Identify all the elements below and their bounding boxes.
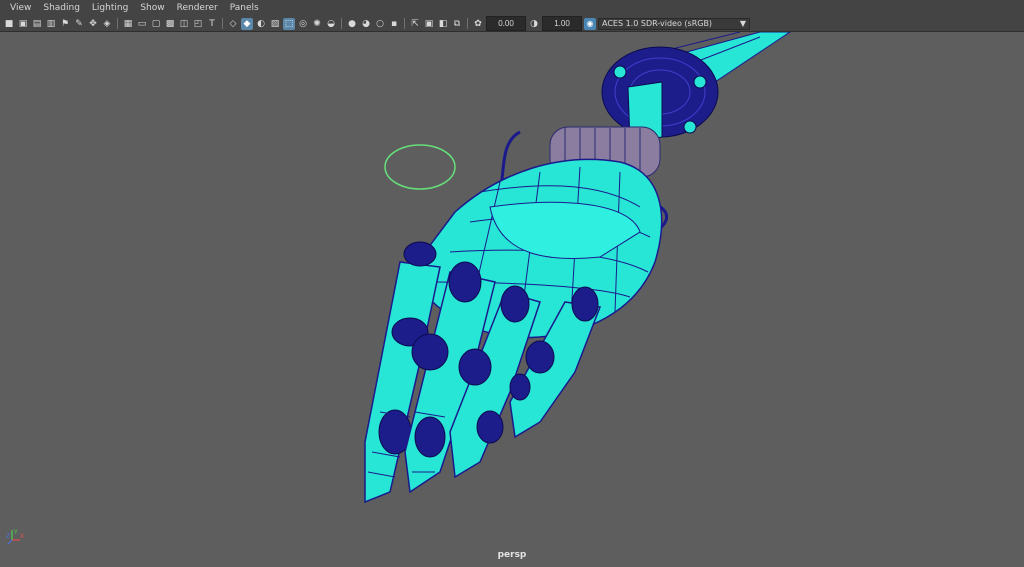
safe-action-icon[interactable]: ◰	[192, 18, 204, 30]
xray-icon[interactable]: ◎	[297, 18, 309, 30]
menu-shading[interactable]: Shading	[37, 0, 86, 16]
toolbar-divider	[404, 18, 405, 29]
wireframe-icon[interactable]: ◇	[227, 18, 239, 30]
colorspace-dropdown[interactable]: ACES 1.0 SDR-video (sRGB) ▼	[598, 17, 750, 30]
menu-view[interactable]: View	[4, 0, 37, 16]
screen-space-ao-icon[interactable]: ●	[346, 18, 358, 30]
xray-active-components-icon[interactable]: ◧	[437, 18, 449, 30]
resolution-gate-icon[interactable]: ▢	[150, 18, 162, 30]
3d-viewport[interactable]: Y X Z	[0, 32, 1024, 567]
use-all-lights-icon[interactable]: ✺	[311, 18, 323, 30]
toolbar-divider	[341, 18, 342, 29]
axis-y-label: Y	[13, 529, 18, 536]
camera-name-label: persp	[497, 550, 527, 560]
viewport-menubar: View Shading Lighting Show Renderer Pane…	[0, 0, 1024, 16]
axis-z-label: Z	[6, 533, 10, 540]
shadows-icon[interactable]: ◒	[325, 18, 337, 30]
chevron-down-icon: ▼	[739, 19, 746, 28]
motion-blur-icon[interactable]: ◕	[360, 18, 372, 30]
xray-joints-icon[interactable]: ▣	[423, 18, 435, 30]
smooth-shade-icon[interactable]: ◆	[241, 17, 253, 30]
viewport-toolbar: ■ ▣ ▤ ▥ ⚑ ✎ ✥ ◈ ▦ ▭ ▢ ▩ ◫ ◰ T ◇ ◆ ◐ ▨ ⬚ …	[0, 16, 1024, 32]
exposure-field[interactable]	[486, 16, 526, 31]
gamma-icon[interactable]: ◑	[528, 18, 540, 30]
safe-title-icon[interactable]: T	[206, 18, 218, 30]
select-camera-icon[interactable]: ■	[3, 18, 15, 30]
grid-icon[interactable]: ▦	[122, 18, 134, 30]
depth-of-field-icon[interactable]: ▪	[388, 18, 400, 30]
menu-lighting[interactable]: Lighting	[86, 0, 134, 16]
wireframe-on-shaded-icon[interactable]: ⬚	[283, 17, 295, 30]
menu-renderer[interactable]: Renderer	[171, 0, 224, 16]
toolbar-divider	[222, 18, 223, 29]
2d-pan-zoom-icon[interactable]: ✥	[87, 18, 99, 30]
toolbar-divider	[117, 18, 118, 29]
textured-icon[interactable]: ▨	[269, 18, 281, 30]
field-chart-icon[interactable]: ◫	[178, 18, 190, 30]
bookmarks-icon[interactable]: ▤	[31, 18, 43, 30]
anti-aliasing-icon[interactable]: ○	[374, 18, 386, 30]
image-plane-icon[interactable]: ▥	[45, 18, 57, 30]
color-management-icon[interactable]: ◉	[584, 17, 596, 30]
exposure-icon[interactable]: ✿	[472, 18, 484, 30]
grease-pencil-icon[interactable]: ✎	[73, 18, 85, 30]
axis-x-label: X	[20, 533, 24, 540]
menu-show[interactable]: Show	[134, 0, 170, 16]
camera-attributes-icon[interactable]: ▣	[17, 18, 29, 30]
hide-ui-icon[interactable]: ⧉	[451, 18, 463, 30]
film-gate-icon[interactable]: ▭	[136, 18, 148, 30]
menu-panels[interactable]: Panels	[224, 0, 265, 16]
colorspace-value: ACES 1.0 SDR-video (sRGB)	[602, 19, 713, 28]
bookmark-flag-icon[interactable]: ⚑	[59, 18, 71, 30]
gate-mask-icon[interactable]: ▩	[164, 18, 176, 30]
isolate-select-icon[interactable]: ⇱	[409, 18, 421, 30]
gamma-field[interactable]	[542, 16, 582, 31]
toolbar-divider	[467, 18, 468, 29]
default-material-icon[interactable]: ◐	[255, 18, 267, 30]
camera-resolution-icon[interactable]: ◈	[101, 18, 113, 30]
